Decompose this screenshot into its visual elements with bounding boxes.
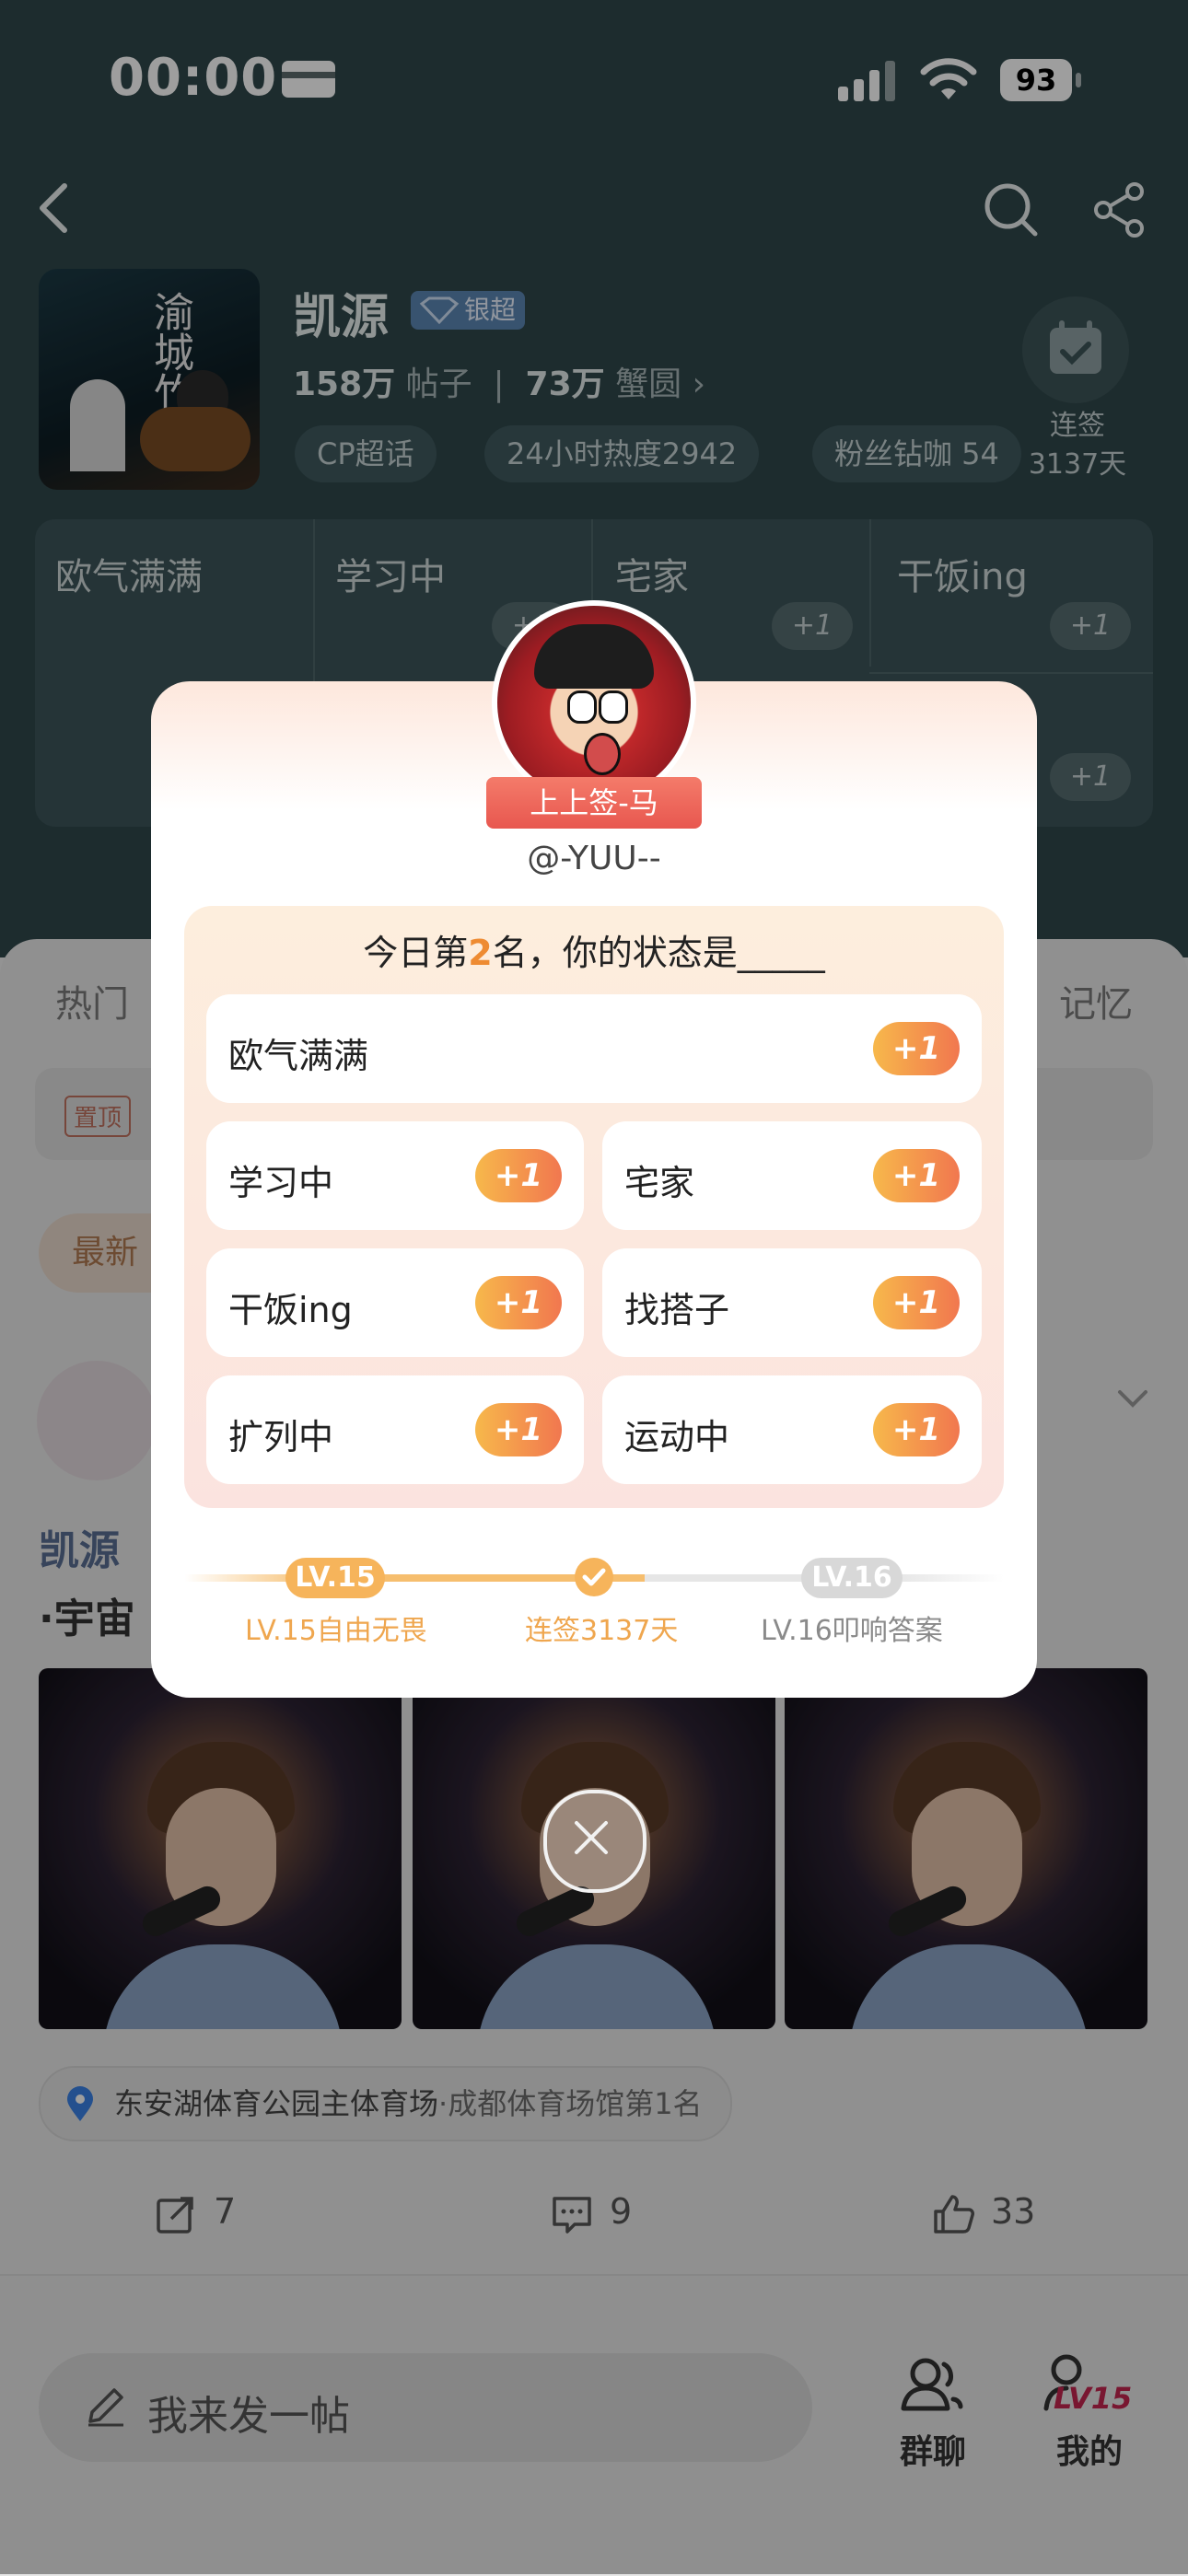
next-level-badge: LV.16 bbox=[801, 1558, 903, 1598]
plus-one-button[interactable]: +1 bbox=[873, 1276, 960, 1329]
plus-one-button[interactable]: +1 bbox=[475, 1276, 562, 1329]
user-avatar bbox=[492, 600, 696, 805]
rank-number: 2 bbox=[468, 933, 493, 973]
close-button[interactable] bbox=[543, 1790, 646, 1893]
streak-label: 连签3137天 bbox=[525, 1615, 679, 1647]
check-icon bbox=[575, 1558, 613, 1596]
username: @-YUU-- bbox=[527, 840, 661, 877]
close-icon bbox=[575, 1821, 608, 1854]
status-option[interactable]: 宅家 +1 bbox=[602, 1121, 982, 1230]
status-option[interactable]: 学习中 +1 bbox=[206, 1121, 584, 1230]
fortune-ribbon: 上上签-马 bbox=[486, 777, 702, 829]
status-option[interactable]: 扩列中 +1 bbox=[206, 1375, 584, 1484]
current-level-title: LV.15自由无畏 bbox=[245, 1615, 427, 1647]
rank-prompt: 今日第2名，你的状态是_____ bbox=[363, 933, 825, 973]
next-level-title: LV.16叩响答案 bbox=[761, 1615, 943, 1647]
status-option[interactable]: 欧气满满 +1 bbox=[206, 994, 982, 1103]
status-option[interactable]: 运动中 +1 bbox=[602, 1375, 982, 1484]
plus-one-button[interactable]: +1 bbox=[873, 1022, 960, 1075]
plus-one-button[interactable]: +1 bbox=[873, 1149, 960, 1202]
plus-one-button[interactable]: +1 bbox=[475, 1403, 562, 1456]
plus-one-button[interactable]: +1 bbox=[873, 1403, 960, 1456]
status-option[interactable]: 干饭ing +1 bbox=[206, 1248, 584, 1357]
current-level-badge: LV.15 bbox=[285, 1558, 385, 1598]
status-option[interactable]: 找搭子 +1 bbox=[602, 1248, 982, 1357]
plus-one-button[interactable]: +1 bbox=[475, 1149, 562, 1202]
